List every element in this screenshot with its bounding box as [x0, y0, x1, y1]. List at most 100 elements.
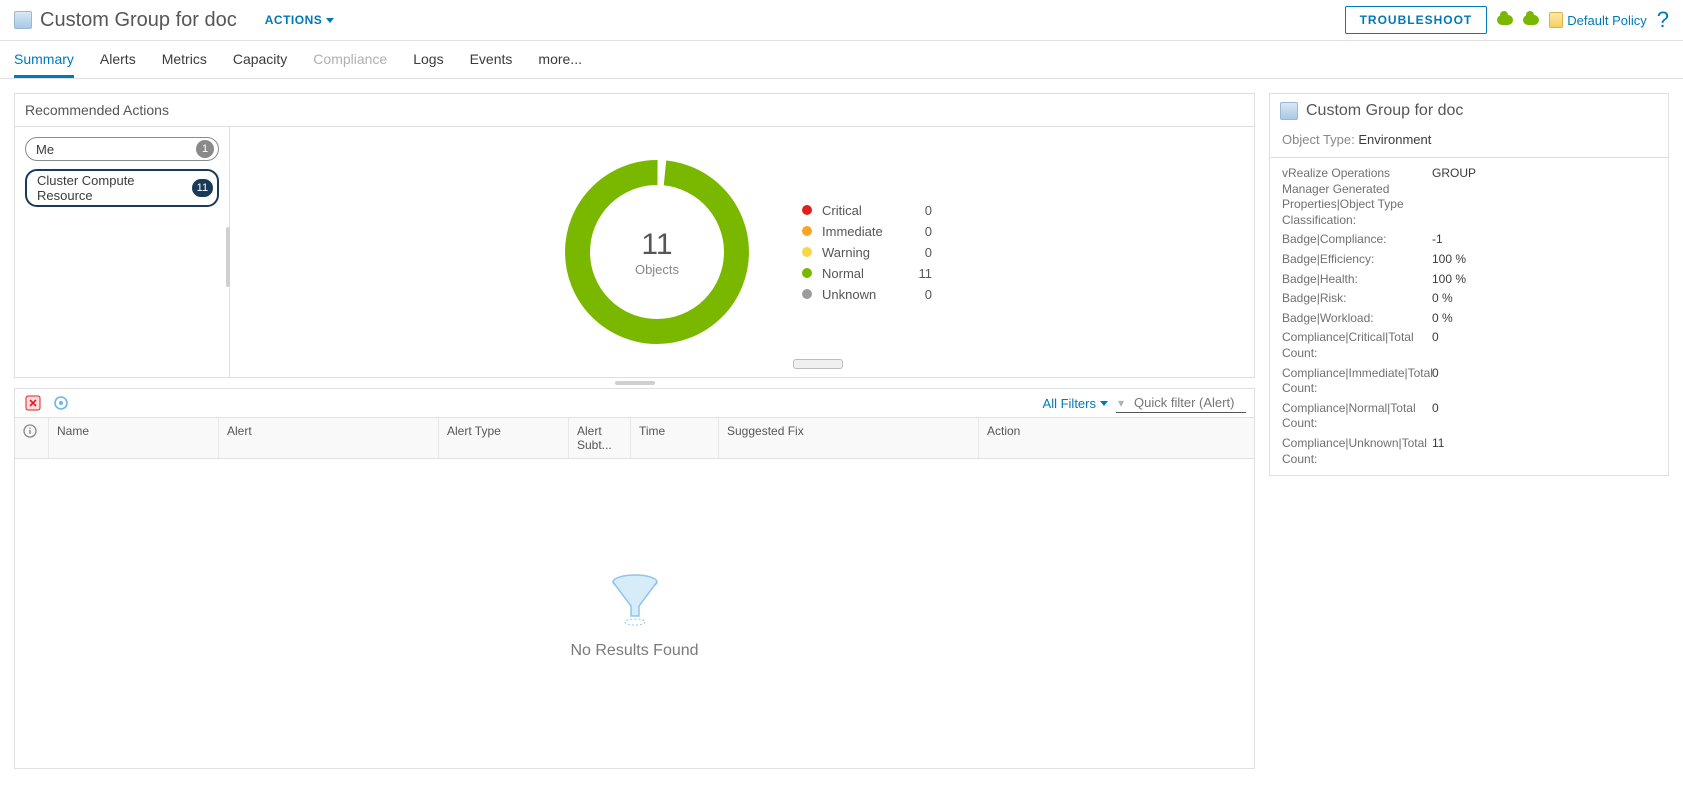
filter-pill-cluster-compute-resource[interactable]: Cluster Compute Resource11 — [25, 169, 219, 207]
status-icon-2 — [1523, 15, 1539, 25]
legend-dot-icon — [802, 289, 812, 299]
property-row: vRealize Operations Manager Generated Pr… — [1282, 166, 1656, 228]
all-filters-dropdown[interactable]: All Filters — [1043, 396, 1108, 411]
property-row: Badge|Efficiency:100 % — [1282, 252, 1656, 268]
legend-value: 11 — [912, 266, 932, 281]
quick-filter-input[interactable] — [1116, 393, 1246, 413]
column-header-alert-type[interactable]: Alert Type — [439, 418, 569, 458]
property-row: Compliance|Normal|Total Count:0 — [1282, 401, 1656, 432]
tab-summary[interactable]: Summary — [14, 41, 74, 78]
property-value: 0 % — [1432, 291, 1453, 305]
donut-center: 11 Objects — [552, 147, 762, 357]
legend-name: Critical — [822, 203, 902, 218]
property-value: 0 — [1432, 401, 1439, 415]
help-icon[interactable]: ? — [1657, 7, 1669, 33]
body-row: Recommended Actions Me1Cluster Compute R… — [0, 79, 1683, 783]
split-handle[interactable] — [14, 378, 1255, 388]
property-value: 0 % — [1432, 311, 1453, 325]
group-icon — [1280, 102, 1298, 120]
legend-item-warning[interactable]: Warning0 — [802, 245, 932, 260]
tab-bar: Summary Alerts Metrics Capacity Compliance Lo… — [0, 41, 1683, 79]
cancel-alert-icon[interactable] — [23, 393, 43, 413]
property-label: Badge|Workload: — [1282, 311, 1432, 327]
legend-value: 0 — [912, 203, 932, 218]
tab-capacity[interactable]: Capacity — [233, 41, 287, 78]
pill-label: Me — [36, 142, 54, 157]
legend-item-critical[interactable]: Critical 0 — [802, 203, 932, 218]
tab-alerts[interactable]: Alerts — [100, 41, 136, 78]
object-type-value: Environment — [1358, 132, 1431, 147]
properties-list: vRealize Operations Manager Generated Pr… — [1270, 158, 1668, 475]
funnel-icon: ▾ — [1118, 396, 1124, 410]
no-results-label: No Results Found — [570, 642, 698, 660]
column-header-suggested-fix[interactable]: Suggested Fix — [719, 418, 979, 458]
legend-value: 0 — [912, 224, 932, 239]
status-icon-1 — [1497, 15, 1513, 25]
recommended-chart-area: 11 Objects Critical0Immediate0Warning0No… — [230, 127, 1254, 377]
column-header-action[interactable]: Action — [979, 418, 1254, 458]
alert-table-body: No Results Found — [14, 459, 1255, 769]
recommended-pill-list: Me1 Cluster Compute Resource11 — [15, 127, 230, 377]
side-title: Custom Group for doc — [1306, 102, 1463, 120]
property-value: -1 — [1432, 232, 1443, 246]
property-label: Compliance|Critical|Total Count: — [1282, 330, 1432, 361]
property-value: 0 — [1432, 366, 1439, 380]
column-header-status[interactable] — [15, 418, 49, 458]
info-icon — [23, 424, 37, 438]
column-header-alert[interactable]: Alert — [219, 418, 439, 458]
property-row: Compliance|Immediate|Total Count:0 — [1282, 366, 1656, 397]
legend-item-unknown[interactable]: Unknown 0 — [802, 287, 932, 302]
recommended-body: Me1Cluster Compute Resource11 11 Objects… — [15, 127, 1254, 377]
column-header-name[interactable]: Name — [49, 418, 219, 458]
legend-value: 0 — [912, 287, 932, 302]
property-row: Badge|Workload:0 % — [1282, 311, 1656, 327]
property-value: 11 — [1432, 436, 1444, 450]
filter-pill-me[interactable]: Me1 — [25, 137, 219, 161]
recommended-actions-panel: Recommended Actions Me1Cluster Compute R… — [14, 93, 1255, 378]
open-alert-icon[interactable] — [51, 393, 71, 413]
donut-value: 11 — [641, 228, 672, 262]
chart-legend: Critical0Immediate0Warning0Normal11Unkno… — [802, 203, 932, 302]
alert-filter-bar: All Filters ▾ — [14, 388, 1255, 417]
funnel-empty-icon — [605, 568, 665, 628]
chevron-down-icon — [1100, 401, 1108, 406]
pill-label: Cluster Compute Resource — [37, 173, 192, 203]
property-row: Badge|Health:100 % — [1282, 272, 1656, 288]
legend-name: Warning — [822, 245, 902, 260]
legend-item-normal[interactable]: Normal11 — [802, 266, 932, 281]
column-header-alert-subt-[interactable]: Alert Subt... — [569, 418, 631, 458]
policy-icon — [1549, 12, 1563, 28]
donut-label: Objects — [635, 262, 679, 277]
object-type-label: Object Type: — [1282, 132, 1355, 147]
column-header-time[interactable]: Time — [631, 418, 719, 458]
tab-metrics[interactable]: Metrics — [162, 41, 207, 78]
horizontal-scroll-handle[interactable] — [793, 359, 843, 369]
actions-dropdown[interactable]: ACTIONS — [265, 13, 335, 27]
actions-label: ACTIONS — [265, 13, 323, 27]
property-label: Badge|Health: — [1282, 272, 1432, 288]
header-right: TROUBLESHOOT Default Policy ? — [1345, 6, 1669, 34]
legend-name: Unknown — [822, 287, 902, 302]
all-filters-label: All Filters — [1043, 396, 1096, 411]
property-label: Compliance|Normal|Total Count: — [1282, 401, 1432, 432]
property-label: Badge|Risk: — [1282, 291, 1432, 307]
property-row: Compliance|Critical|Total Count:0 — [1282, 330, 1656, 361]
tab-more[interactable]: more... — [538, 41, 582, 78]
property-label: vRealize Operations Manager Generated Pr… — [1282, 166, 1432, 228]
legend-dot-icon — [802, 226, 812, 236]
legend-dot-icon — [802, 268, 812, 278]
legend-name: Immediate — [822, 224, 902, 239]
header-left: Custom Group for doc ACTIONS — [14, 9, 334, 32]
legend-item-immediate[interactable]: Immediate 0 — [802, 224, 932, 239]
default-policy-link[interactable]: Default Policy — [1549, 12, 1646, 28]
property-value: GROUP — [1432, 166, 1476, 180]
policy-label: Default Policy — [1567, 13, 1646, 28]
details-side-panel: Custom Group for doc Object Type: Enviro… — [1269, 93, 1669, 476]
property-label: Badge|Efficiency: — [1282, 252, 1432, 268]
legend-dot-icon — [802, 247, 812, 257]
property-row: Compliance|Unknown|Total Count:11 — [1282, 436, 1656, 467]
tab-events[interactable]: Events — [470, 41, 513, 78]
troubleshoot-button[interactable]: TROUBLESHOOT — [1345, 6, 1488, 34]
tab-logs[interactable]: Logs — [413, 41, 443, 78]
tab-compliance: Compliance — [313, 41, 387, 78]
